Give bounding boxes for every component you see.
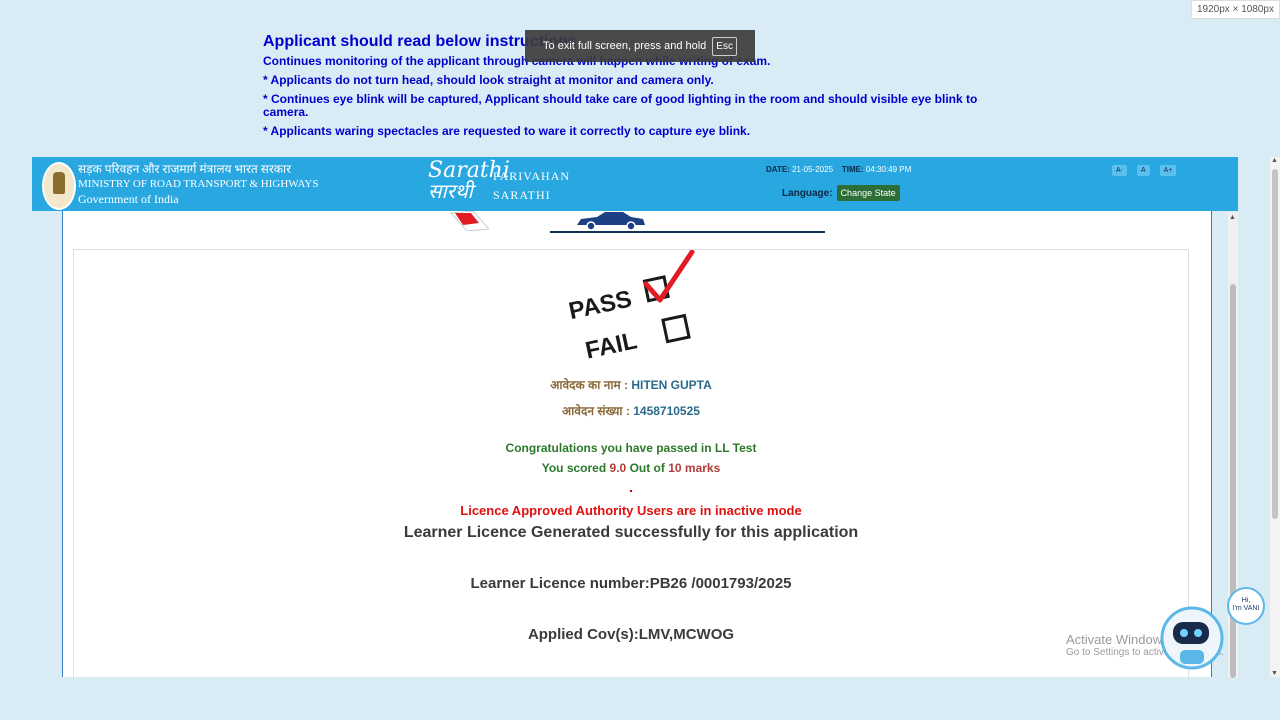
car-icon xyxy=(577,212,645,230)
parivahan-sarathi-title: PARIVAHAN SARATHI xyxy=(493,169,571,202)
result-content-frame: PASS FAIL आवेदक का नाम : HITEN GUPTA आवे… xyxy=(62,211,1212,680)
applicant-name-value: HITEN GUPTA xyxy=(631,378,712,392)
score-line: You scored 9.0 Out of 10 marks xyxy=(541,461,721,475)
congratulations-message: Congratulations you have passed in LL Te… xyxy=(505,441,757,455)
applicant-name-row: आवेदक का नाम : HITEN GUPTA xyxy=(74,376,1188,393)
language-label: Language: xyxy=(782,187,833,199)
page-scroll-down-arrow-icon[interactable]: ▼ xyxy=(1271,670,1278,677)
page-scroll-up-arrow-icon[interactable]: ▲ xyxy=(1271,157,1278,164)
pass-fail-checkbox-graphic: PASS FAIL xyxy=(566,250,695,365)
language-selector: Language: Change State xyxy=(782,185,900,201)
fullscreen-exit-toast: To exit full screen, press and hold Esc xyxy=(525,30,755,62)
toast-text: To exit full screen, press and hold xyxy=(543,40,707,52)
change-state-button[interactable]: Change State xyxy=(836,185,900,201)
inactive-authority-alert: Licence Approved Authority Users are in … xyxy=(460,503,802,518)
national-emblem-icon xyxy=(42,162,76,210)
page-scrollbar[interactable]: ▲ ▼ xyxy=(1270,157,1280,677)
ministry-english: MINISTRY OF ROAD TRANSPORT & HIGHWAYS xyxy=(78,178,319,190)
date-time-display: DATE: 21-05-2025 TIME: 04:30:49 PM xyxy=(766,165,912,174)
sarathi-logo: Sarathi सारथी xyxy=(428,158,510,203)
ministry-hindi: सड़क परिवहन और राजमार्ग मंत्रालय भारत सर… xyxy=(78,162,291,176)
government-label: Government of India xyxy=(78,192,179,206)
result-card: PASS FAIL आवेदक का नाम : HITEN GUPTA आवे… xyxy=(73,249,1189,680)
resolution-badge: 1920px × 1080px xyxy=(1190,0,1280,19)
font-decrease-button[interactable]: A- xyxy=(1112,165,1127,176)
applicant-name-label: आवेदक का नाम : xyxy=(550,378,628,392)
esc-key-badge: Esc xyxy=(712,36,737,56)
ministry-title: सड़क परिवहन और राजमार्ग मंत्रालय भारत सर… xyxy=(78,162,318,207)
font-increase-button[interactable]: A+ xyxy=(1159,165,1177,176)
bot-greeting-name: I'm VANI xyxy=(1233,605,1260,612)
page-scrollbar-thumb[interactable] xyxy=(1272,169,1278,519)
time-value: 04:30:49 PM xyxy=(865,165,912,174)
red-flag-graphic xyxy=(449,211,489,231)
applied-cov: Applied Cov(s):LMV,MCWOG xyxy=(527,626,735,643)
font-size-controls: A- A A+ xyxy=(1112,165,1177,176)
car-road-line xyxy=(550,231,825,233)
pass-label: PASS xyxy=(566,286,634,326)
bot-greeting-hi: Hi, xyxy=(1242,597,1251,604)
site-header: सड़क परिवहन और राजमार्ग मंत्रालय भारत सर… xyxy=(32,157,1238,211)
instruction-line: * Continues eye blink will be captured, … xyxy=(263,92,978,119)
score-value: 9.0 xyxy=(609,461,627,475)
learner-licence-number: Learner Licence number:PB26 /0001793/202… xyxy=(470,575,792,592)
date-value: 21-05-2025 xyxy=(792,165,834,174)
licence-generated-message: Learner Licence Generated successfully f… xyxy=(403,524,859,541)
application-number-value: 1458710525 xyxy=(633,404,700,418)
font-normal-button[interactable]: A xyxy=(1137,165,1150,176)
instruction-line: * Applicants do not turn head, should lo… xyxy=(263,73,714,87)
vani-chatbot-icon[interactable]: Hi, I'm VANI xyxy=(1160,586,1270,671)
instruction-line: * Applicants waring spectacles are reque… xyxy=(263,124,751,138)
scroll-up-arrow-icon[interactable]: ▲ xyxy=(1229,214,1236,221)
application-number-label: आवेदन संख्या : xyxy=(562,404,630,418)
divider-dot xyxy=(630,490,632,492)
application-number-row: आवेदन संख्या : 1458710525 xyxy=(74,402,1188,419)
total-marks: 10 marks xyxy=(668,461,721,475)
fail-label: FAIL xyxy=(583,327,639,364)
